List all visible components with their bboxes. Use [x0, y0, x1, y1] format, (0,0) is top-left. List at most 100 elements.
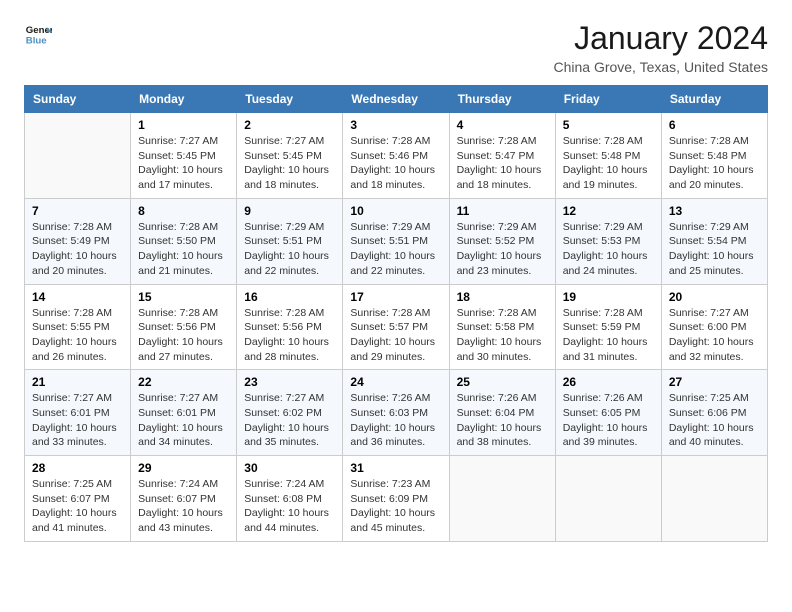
calendar-week-row: 1 Sunrise: 7:27 AMSunset: 5:45 PMDaylight… — [25, 113, 768, 199]
day-detail: Sunrise: 7:29 AMSunset: 5:54 PMDaylight:… — [669, 220, 760, 279]
day-detail: Sunrise: 7:27 AMSunset: 6:00 PMDaylight:… — [669, 306, 760, 365]
day-number: 28 — [32, 461, 123, 475]
day-number: 26 — [563, 375, 654, 389]
day-detail: Sunrise: 7:29 AMSunset: 5:52 PMDaylight:… — [457, 220, 548, 279]
day-number: 5 — [563, 118, 654, 132]
location: China Grove, Texas, United States — [553, 59, 768, 75]
day-detail: Sunrise: 7:28 AMSunset: 5:49 PMDaylight:… — [32, 220, 123, 279]
day-detail: Sunrise: 7:24 AMSunset: 6:07 PMDaylight:… — [138, 477, 229, 536]
month-title: January 2024 — [553, 20, 768, 57]
day-number: 24 — [350, 375, 441, 389]
day-number: 23 — [244, 375, 335, 389]
calendar-cell — [449, 456, 555, 542]
weekday-header: Friday — [555, 86, 661, 113]
weekday-header: Tuesday — [237, 86, 343, 113]
calendar-cell: 28 Sunrise: 7:25 AMSunset: 6:07 PMDayligh… — [25, 456, 131, 542]
day-detail: Sunrise: 7:27 AMSunset: 6:01 PMDaylight:… — [138, 391, 229, 450]
day-detail: Sunrise: 7:29 AMSunset: 5:51 PMDaylight:… — [244, 220, 335, 279]
day-detail: Sunrise: 7:26 AMSunset: 6:05 PMDaylight:… — [563, 391, 654, 450]
title-block: January 2024 China Grove, Texas, United … — [553, 20, 768, 75]
day-detail: Sunrise: 7:28 AMSunset: 5:48 PMDaylight:… — [563, 134, 654, 193]
day-detail: Sunrise: 7:27 AMSunset: 5:45 PMDaylight:… — [138, 134, 229, 193]
day-number: 12 — [563, 204, 654, 218]
logo: General Blue — [24, 20, 52, 48]
day-detail: Sunrise: 7:29 AMSunset: 5:51 PMDaylight:… — [350, 220, 441, 279]
calendar-cell: 29 Sunrise: 7:24 AMSunset: 6:07 PMDayligh… — [131, 456, 237, 542]
calendar-week-row: 28 Sunrise: 7:25 AMSunset: 6:07 PMDayligh… — [25, 456, 768, 542]
day-detail: Sunrise: 7:28 AMSunset: 5:56 PMDaylight:… — [244, 306, 335, 365]
day-number: 22 — [138, 375, 229, 389]
calendar-cell: 21Sunrise: 7:27 AMSunset: 6:01 PMDayligh… — [25, 370, 131, 456]
weekday-header: Wednesday — [343, 86, 449, 113]
day-number: 10 — [350, 204, 441, 218]
calendar-cell: 9 Sunrise: 7:29 AMSunset: 5:51 PMDaylight… — [237, 198, 343, 284]
day-detail: Sunrise: 7:23 AMSunset: 6:09 PMDaylight:… — [350, 477, 441, 536]
day-number: 29 — [138, 461, 229, 475]
calendar-cell: 26 Sunrise: 7:26 AMSunset: 6:05 PMDayligh… — [555, 370, 661, 456]
calendar-week-row: 7 Sunrise: 7:28 AMSunset: 5:49 PMDaylight… — [25, 198, 768, 284]
day-detail: Sunrise: 7:28 AMSunset: 5:59 PMDaylight:… — [563, 306, 654, 365]
day-detail: Sunrise: 7:28 AMSunset: 5:48 PMDaylight:… — [669, 134, 760, 193]
weekday-header-row: SundayMondayTuesdayWednesdayThursdayFrid… — [25, 86, 768, 113]
day-detail: Sunrise: 7:28 AMSunset: 5:55 PMDaylight:… — [32, 306, 123, 365]
calendar-cell: 8 Sunrise: 7:28 AMSunset: 5:50 PMDaylight… — [131, 198, 237, 284]
calendar-week-row: 14Sunrise: 7:28 AMSunset: 5:55 PMDayligh… — [25, 284, 768, 370]
day-detail: Sunrise: 7:28 AMSunset: 5:46 PMDaylight:… — [350, 134, 441, 193]
calendar-cell: 16 Sunrise: 7:28 AMSunset: 5:56 PMDayligh… — [237, 284, 343, 370]
svg-text:Blue: Blue — [26, 36, 47, 47]
day-number: 7 — [32, 204, 123, 218]
calendar-cell: 11 Sunrise: 7:29 AMSunset: 5:52 PMDayligh… — [449, 198, 555, 284]
calendar-cell: 18Sunrise: 7:28 AMSunset: 5:58 PMDayligh… — [449, 284, 555, 370]
day-number: 9 — [244, 204, 335, 218]
calendar-cell: 4 Sunrise: 7:28 AMSunset: 5:47 PMDaylight… — [449, 113, 555, 199]
calendar-cell: 17 Sunrise: 7:28 AMSunset: 5:57 PMDayligh… — [343, 284, 449, 370]
calendar-cell: 1 Sunrise: 7:27 AMSunset: 5:45 PMDaylight… — [131, 113, 237, 199]
calendar-cell: 24 Sunrise: 7:26 AMSunset: 6:03 PMDayligh… — [343, 370, 449, 456]
calendar-cell: 20 Sunrise: 7:27 AMSunset: 6:00 PMDayligh… — [661, 284, 767, 370]
day-detail: Sunrise: 7:29 AMSunset: 5:53 PMDaylight:… — [563, 220, 654, 279]
calendar-cell: 31Sunrise: 7:23 AMSunset: 6:09 PMDayligh… — [343, 456, 449, 542]
day-number: 2 — [244, 118, 335, 132]
day-number: 1 — [138, 118, 229, 132]
day-number: 27 — [669, 375, 760, 389]
page-header: General Blue January 2024 China Grove, T… — [24, 20, 768, 75]
day-number: 8 — [138, 204, 229, 218]
day-number: 25 — [457, 375, 548, 389]
calendar-cell: 30 Sunrise: 7:24 AMSunset: 6:08 PMDayligh… — [237, 456, 343, 542]
calendar-cell: 3Sunrise: 7:28 AMSunset: 5:46 PMDaylight… — [343, 113, 449, 199]
day-detail: Sunrise: 7:26 AMSunset: 6:03 PMDaylight:… — [350, 391, 441, 450]
day-number: 15 — [138, 290, 229, 304]
calendar-cell: 10 Sunrise: 7:29 AMSunset: 5:51 PMDayligh… — [343, 198, 449, 284]
day-number: 20 — [669, 290, 760, 304]
calendar-cell — [555, 456, 661, 542]
day-detail: Sunrise: 7:25 AMSunset: 6:06 PMDaylight:… — [669, 391, 760, 450]
day-number: 6 — [669, 118, 760, 132]
calendar-cell: 27 Sunrise: 7:25 AMSunset: 6:06 PMDayligh… — [661, 370, 767, 456]
day-detail: Sunrise: 7:27 AMSunset: 6:02 PMDaylight:… — [244, 391, 335, 450]
day-detail: Sunrise: 7:28 AMSunset: 5:58 PMDaylight:… — [457, 306, 548, 365]
day-number: 17 — [350, 290, 441, 304]
day-detail: Sunrise: 7:28 AMSunset: 5:47 PMDaylight:… — [457, 134, 548, 193]
day-number: 19 — [563, 290, 654, 304]
day-number: 21 — [32, 375, 123, 389]
day-detail: Sunrise: 7:25 AMSunset: 6:07 PMDaylight:… — [32, 477, 123, 536]
day-number: 30 — [244, 461, 335, 475]
calendar-cell — [25, 113, 131, 199]
day-detail: Sunrise: 7:24 AMSunset: 6:08 PMDaylight:… — [244, 477, 335, 536]
calendar-week-row: 21 Sunrise: 7:27 AMSunset: 6:01 PMDayligh… — [25, 370, 768, 456]
calendar-cell: 14Sunrise: 7:28 AMSunset: 5:55 PMDayligh… — [25, 284, 131, 370]
day-detail: Sunrise: 7:28 AMSunset: 5:50 PMDaylight:… — [138, 220, 229, 279]
day-detail: Sunrise: 7:28 AMSunset: 5:57 PMDaylight:… — [350, 306, 441, 365]
calendar-cell: 23 Sunrise: 7:27 AMSunset: 6:02 PMDayligh… — [237, 370, 343, 456]
weekday-header: Thursday — [449, 86, 555, 113]
calendar-cell: 22 Sunrise: 7:27 AMSunset: 6:01 PMDayligh… — [131, 370, 237, 456]
day-number: 13 — [669, 204, 760, 218]
day-number: 4 — [457, 118, 548, 132]
calendar-cell: 5 Sunrise: 7:28 AMSunset: 5:48 PMDaylight… — [555, 113, 661, 199]
day-number: 16 — [244, 290, 335, 304]
weekday-header: Monday — [131, 86, 237, 113]
weekday-header: Sunday — [25, 86, 131, 113]
day-detail: Sunrise: 7:26 AMSunset: 6:04 PMDaylight:… — [457, 391, 548, 450]
day-number: 11 — [457, 204, 548, 218]
calendar-cell — [661, 456, 767, 542]
